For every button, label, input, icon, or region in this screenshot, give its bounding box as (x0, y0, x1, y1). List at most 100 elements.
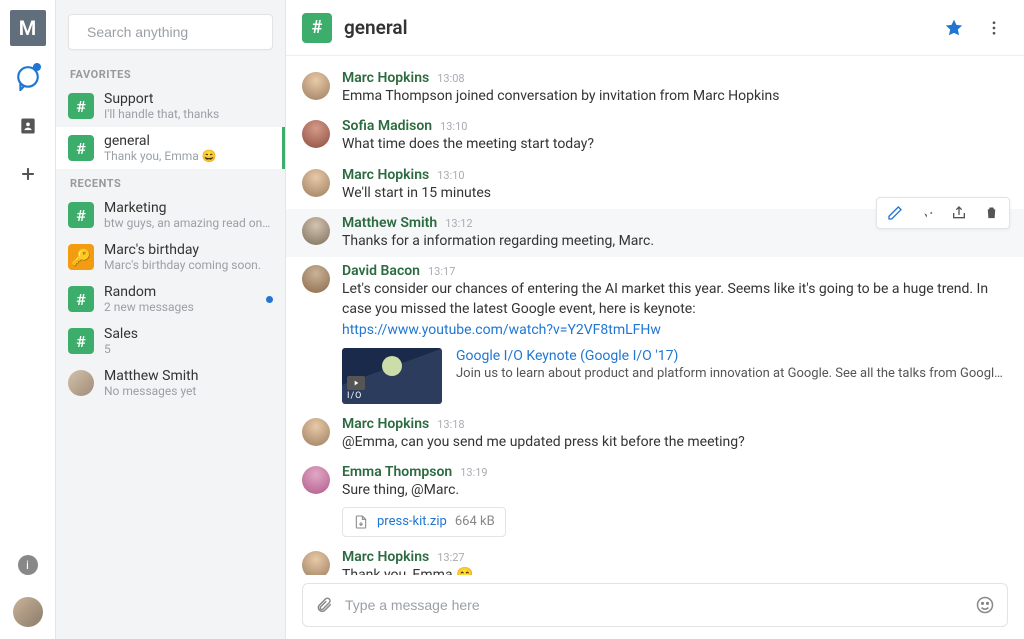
file-name: press-kit.zip (377, 514, 447, 529)
unread-indicator (266, 296, 273, 303)
message: David Bacon 13:17 Let's consider our cha… (286, 257, 1024, 410)
message-actions (876, 197, 1010, 229)
message-time: 13:08 (437, 72, 464, 85)
message: Matthew Smith 13:12 Thanks for a informa… (286, 209, 1024, 257)
link-preview[interactable]: Google I/O Keynote (Google I/O '17) Join… (342, 348, 1008, 404)
message-time: 13:18 (437, 418, 464, 431)
link-title: Google I/O Keynote (Google I/O '17) (456, 348, 1008, 364)
channel-badge-icon: # (68, 286, 94, 312)
sidebar-item-matthew-smith[interactable]: Matthew Smith No messages yet (56, 362, 285, 404)
conversation-title: Matthew Smith (104, 368, 273, 384)
message-avatar[interactable] (302, 265, 330, 293)
message-avatar[interactable] (302, 169, 330, 197)
sidebar: FAVORITES # Support I'll handle that, th… (56, 0, 286, 639)
channel-badge-icon: # (68, 135, 94, 161)
conversation-preview: Marc's birthday coming soon. (104, 258, 273, 272)
message: Sofia Madison 13:10 What time does the m… (286, 112, 1024, 160)
message-text: Emma Thompson joined conversation by inv… (342, 86, 1008, 106)
message-author[interactable]: Marc Hopkins (342, 416, 429, 432)
info-icon[interactable]: i (18, 555, 38, 575)
message-time: 13:10 (440, 120, 467, 133)
message-text: What time does the meeting start today? (342, 134, 1008, 154)
message-list: Marc Hopkins 13:08 Emma Thompson joined … (286, 56, 1024, 575)
message-text: Thank you, Emma 😄 (342, 565, 1008, 575)
nav-contacts[interactable] (12, 110, 44, 142)
conversation-title: general (104, 133, 273, 149)
conversation-title: Sales (104, 326, 273, 342)
favorites-header: FAVORITES (56, 60, 285, 85)
share-button[interactable] (943, 200, 975, 226)
search-box[interactable] (68, 14, 273, 50)
nav-messages[interactable] (12, 62, 44, 94)
conversation-preview: No messages yet (104, 384, 273, 398)
message-author[interactable]: Emma Thompson (342, 464, 452, 480)
composer[interactable] (302, 583, 1008, 627)
conversation-title: Marc's birthday (104, 242, 273, 258)
message: Emma Thompson 13:19 Sure thing, @Marc. p… (286, 458, 1024, 542)
message: Marc Hopkins 13:27 Thank you, Emma 😄 (286, 543, 1024, 575)
message-author[interactable]: Matthew Smith (342, 215, 437, 231)
conversation-title: Random (104, 284, 256, 300)
message-text: @Emma, can you send me updated press kit… (342, 432, 1008, 452)
message-author[interactable]: Marc Hopkins (342, 70, 429, 86)
chat-pane: # general Marc Hopkins 13:08 Emma Thomps… (286, 0, 1024, 639)
nav-add[interactable] (12, 158, 44, 190)
channel-title: general (344, 16, 408, 39)
pin-button[interactable] (911, 200, 943, 226)
attach-icon[interactable] (315, 596, 333, 614)
channel-badge-icon: # (68, 93, 94, 119)
file-size: 664 kB (455, 514, 495, 529)
message-author[interactable]: Marc Hopkins (342, 549, 429, 565)
chat-header: # general (286, 0, 1024, 56)
sidebar-item-support[interactable]: # Support I'll handle that, thanks (56, 85, 285, 127)
message-text: Sure thing, @Marc. (342, 480, 1008, 500)
message-author[interactable]: Sofia Madison (342, 118, 432, 134)
link-description: Join us to learn about product and platf… (456, 366, 1008, 381)
message-avatar[interactable] (302, 418, 330, 446)
conversation-title: Support (104, 91, 273, 107)
link-thumb (342, 348, 442, 404)
message: Marc Hopkins 13:08 Emma Thompson joined … (286, 64, 1024, 112)
message-time: 13:19 (460, 466, 487, 479)
file-attachment[interactable]: press-kit.zip 664 kB (342, 507, 506, 537)
conversation-preview: 5 (104, 342, 273, 356)
conversation-preview: Thank you, Emma 😄 (104, 149, 273, 163)
file-icon (353, 513, 369, 531)
sidebar-item-marc-s-birthday[interactable]: 🔑 Marc's birthday Marc's birthday coming… (56, 236, 285, 278)
conversation-title: Marketing (104, 200, 273, 216)
avatar-icon (68, 370, 94, 396)
emoji-icon[interactable] (975, 595, 995, 615)
workspace-logo[interactable]: M (10, 10, 46, 46)
favorite-button[interactable] (940, 14, 968, 42)
sidebar-item-sales[interactable]: # Sales 5 (56, 320, 285, 362)
sidebar-item-general[interactable]: # general Thank you, Emma 😄 (56, 127, 285, 169)
more-menu-button[interactable] (980, 14, 1008, 42)
message-avatar[interactable] (302, 72, 330, 100)
nav-rail: M i (0, 0, 56, 639)
channel-badge-icon: # (68, 328, 94, 354)
message-author[interactable]: Marc Hopkins (342, 167, 429, 183)
message-avatar[interactable] (302, 217, 330, 245)
message-avatar[interactable] (302, 466, 330, 494)
composer-input[interactable] (345, 597, 963, 613)
current-user-avatar[interactable] (13, 597, 43, 627)
conversation-preview: I'll handle that, thanks (104, 107, 273, 121)
message-avatar[interactable] (302, 551, 330, 575)
message: Marc Hopkins 13:18 @Emma, can you send m… (286, 410, 1024, 458)
message-time: 13:10 (437, 169, 464, 182)
message-time: 13:27 (437, 551, 464, 564)
channel-badge-icon: 🔑 (68, 244, 94, 270)
search-input[interactable] (87, 24, 268, 40)
message-time: 13:17 (428, 265, 455, 278)
sidebar-item-random[interactable]: # Random 2 new messages (56, 278, 285, 320)
sidebar-item-marketing[interactable]: # Marketing btw guys, an amazing read on… (56, 194, 285, 236)
conversation-preview: btw guys, an amazing read on … (104, 216, 273, 230)
edit-button[interactable] (879, 200, 911, 226)
delete-button[interactable] (975, 200, 1007, 226)
message-author[interactable]: David Bacon (342, 263, 420, 279)
message-avatar[interactable] (302, 120, 330, 148)
recents-header: RECENTS (56, 169, 285, 194)
channel-icon: # (302, 13, 332, 43)
message-text: Thanks for a information regarding meeti… (342, 231, 1008, 251)
message-text: Let's consider our chances of entering t… (342, 279, 1008, 340)
